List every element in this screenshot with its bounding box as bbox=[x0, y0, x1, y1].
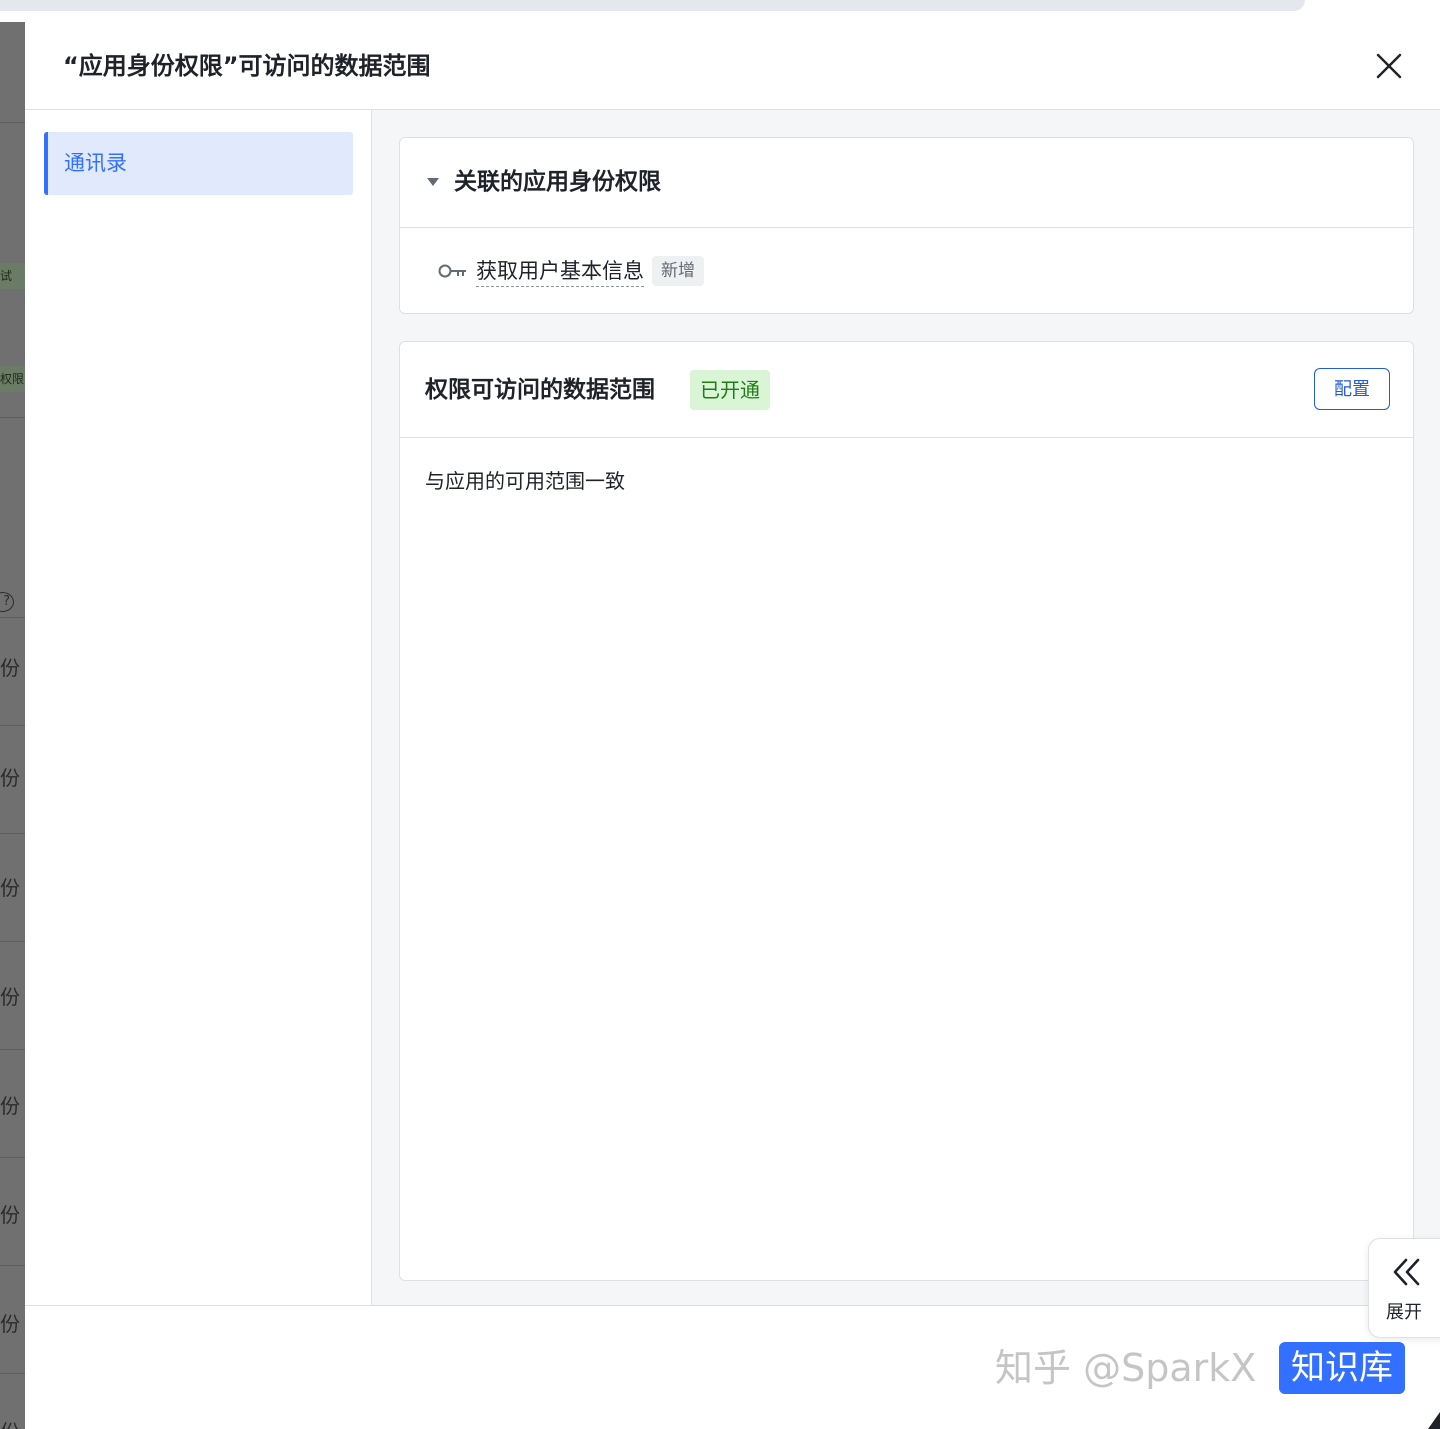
drawer-footer: 知识库 知乎 @SparkX bbox=[25, 1305, 1440, 1429]
background-tag: 权限 bbox=[0, 366, 25, 392]
corner-resize-icon bbox=[1428, 1412, 1440, 1429]
background-row: 份 bbox=[0, 617, 25, 726]
data-scope-description: 与应用的可用范围一致 bbox=[425, 469, 625, 493]
background-row: 份 bbox=[0, 725, 25, 834]
confirm-button[interactable]: 知识库 bbox=[1279, 1342, 1405, 1394]
background-tag: 试 bbox=[0, 263, 25, 289]
double-chevron-left-icon bbox=[1393, 1258, 1420, 1286]
help-icon: ? bbox=[0, 592, 14, 612]
data-scope-drawer: “应用身份权限”可访问的数据范围 通讯录 关联的应用身份权限 获取用户基本信息 … bbox=[25, 22, 1440, 1429]
background-page: 试 权限 ? 份 份 份 份 份 份 份 份 bbox=[0, 22, 25, 1429]
new-badge: 新增 bbox=[652, 256, 704, 286]
data-scope-header: 权限可访问的数据范围 已开通 配置 bbox=[400, 342, 1413, 438]
expand-label: 展开 bbox=[1386, 1302, 1422, 1323]
background-row: 份 bbox=[0, 833, 25, 942]
permission-item: 获取用户基本信息 新增 bbox=[438, 254, 704, 288]
related-permissions-toggle[interactable]: 关联的应用身份权限 bbox=[400, 138, 1413, 228]
config-button[interactable]: 配置 bbox=[1314, 368, 1390, 410]
key-icon bbox=[438, 264, 466, 278]
close-button[interactable] bbox=[1373, 50, 1405, 82]
background-search-pill bbox=[0, 0, 1305, 11]
expand-button[interactable]: 展开 bbox=[1368, 1238, 1440, 1338]
drawer-header: “应用身份权限”可访问的数据范围 bbox=[25, 22, 1440, 110]
background-top-bar bbox=[0, 0, 1440, 22]
status-badge: 已开通 bbox=[690, 370, 770, 410]
background-row: 份 bbox=[0, 1373, 25, 1429]
drawer-sidebar: 通讯录 bbox=[25, 110, 372, 1305]
data-scope-title: 权限可访问的数据范围 bbox=[425, 377, 655, 403]
related-permissions-card: 关联的应用身份权限 获取用户基本信息 新增 bbox=[399, 137, 1414, 314]
sidebar-item-contacts[interactable]: 通讯录 bbox=[44, 132, 353, 195]
drawer-content: 关联的应用身份权限 获取用户基本信息 新增 权限可访问的数据范围 已开通 配置 … bbox=[372, 110, 1440, 1305]
background-row bbox=[0, 417, 25, 543]
caret-down-icon bbox=[427, 178, 439, 186]
permission-name-link[interactable]: 获取用户基本信息 bbox=[476, 256, 644, 287]
close-icon bbox=[1376, 53, 1402, 79]
background-row: 份 bbox=[0, 941, 25, 1050]
background-row: 份 bbox=[0, 1157, 25, 1266]
sidebar-item-label: 通讯录 bbox=[64, 151, 127, 175]
background-row: 份 bbox=[0, 1265, 25, 1374]
background-row: 份 bbox=[0, 1049, 25, 1158]
watermark: 知乎 @SparkX bbox=[995, 1346, 1257, 1390]
background-row bbox=[0, 122, 25, 223]
drawer-title: “应用身份权限”可访问的数据范围 bbox=[63, 52, 431, 80]
related-permissions-title: 关联的应用身份权限 bbox=[454, 169, 661, 195]
data-scope-card: 权限可访问的数据范围 已开通 配置 与应用的可用范围一致 bbox=[399, 341, 1414, 1281]
